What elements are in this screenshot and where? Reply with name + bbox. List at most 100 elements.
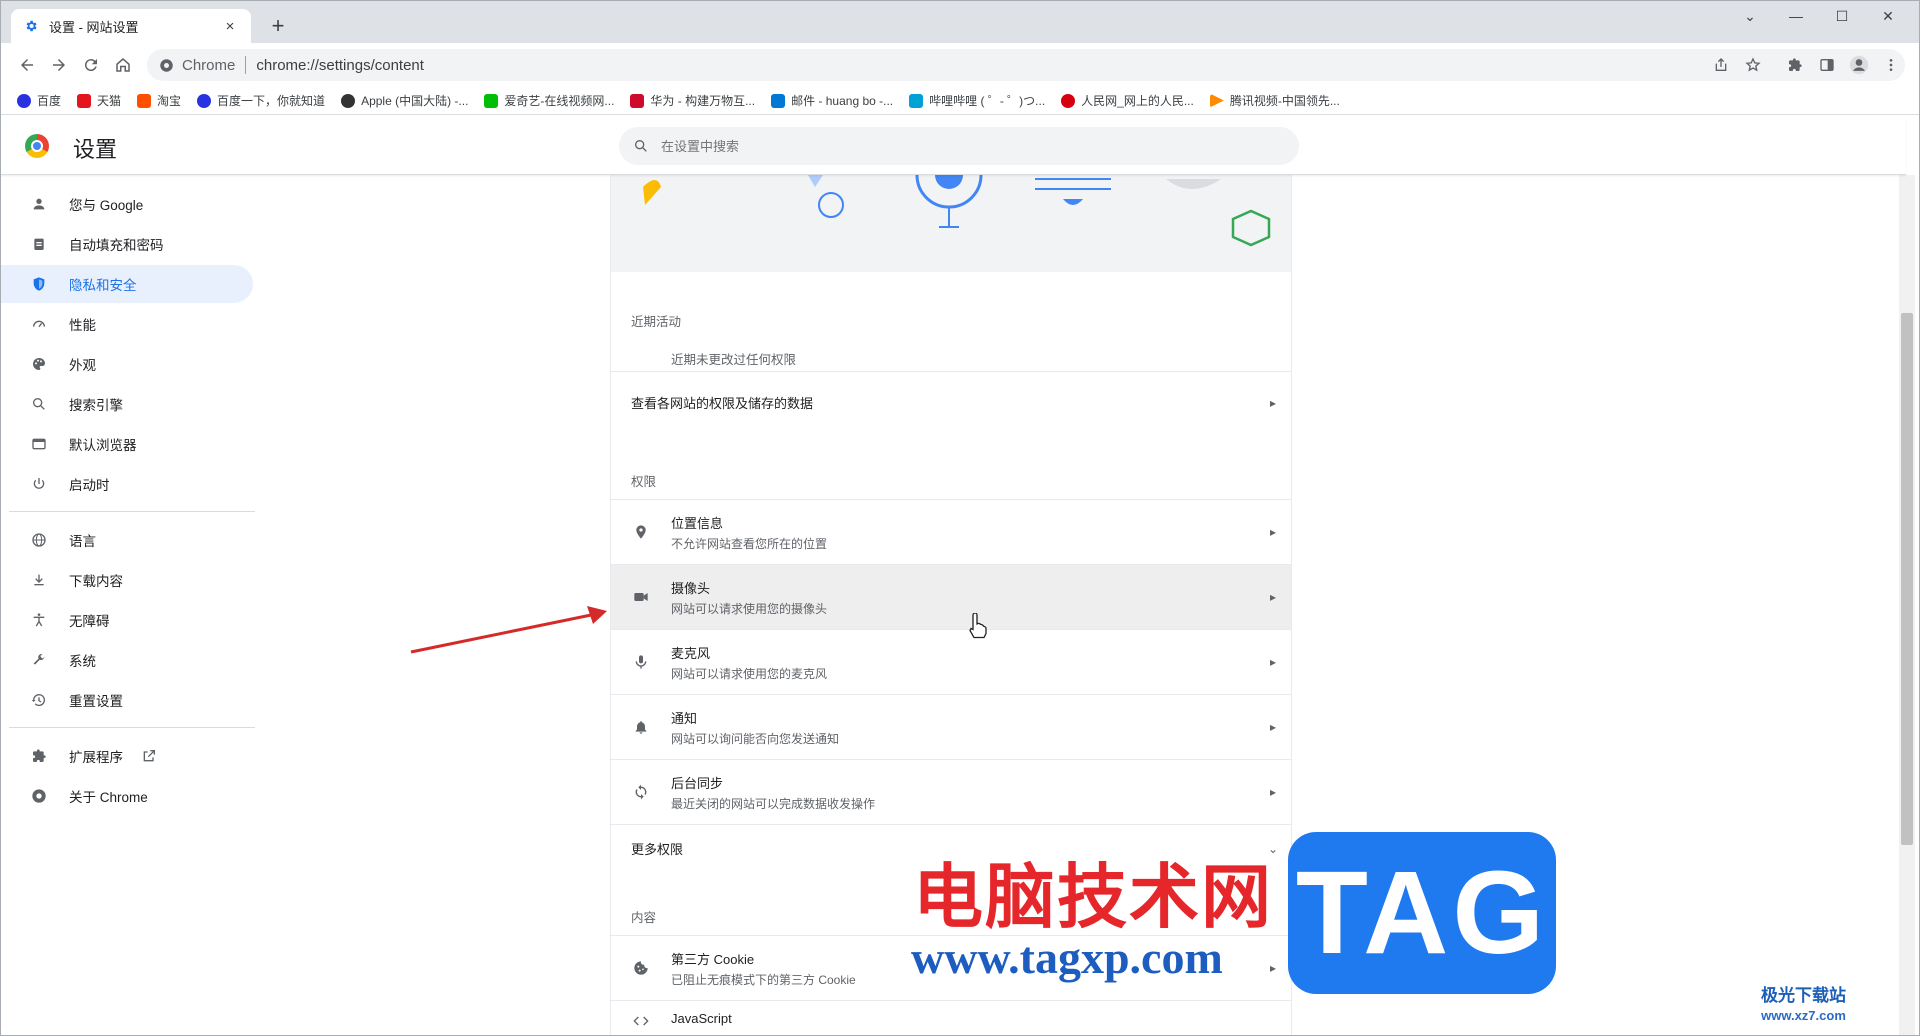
search-input[interactable] bbox=[661, 138, 1221, 154]
sidebar-divider bbox=[9, 727, 255, 728]
kebab-menu-icon bbox=[1889, 59, 1893, 71]
settings-search[interactable] bbox=[619, 127, 1299, 165]
page-scrollbar-thumb[interactable] bbox=[1901, 313, 1913, 845]
site-chip[interactable]: Chrome bbox=[159, 57, 235, 74]
bookmark-item[interactable]: 腾讯视频-中国领先... bbox=[1209, 92, 1340, 109]
bookmark-favicon-icon bbox=[484, 93, 499, 108]
bookmark-favicon-icon bbox=[77, 93, 92, 108]
permission-row-notifications[interactable]: 通知 网站可以询问能否向您发送通知 ▸ bbox=[611, 694, 1291, 759]
new-tab-button[interactable]: + bbox=[265, 13, 291, 39]
maximize-button[interactable]: ☐ bbox=[1819, 1, 1865, 31]
tab-title: 设置 - 网站设置 bbox=[49, 19, 139, 35]
bookmark-item[interactable]: 哔哩哔哩 ( ゜- ゜)つ... bbox=[909, 92, 1045, 109]
permission-row-location[interactable]: 位置信息 不允许网站查看您所在的位置 ▸ bbox=[611, 499, 1291, 564]
bookmark-item[interactable]: 天猫 bbox=[77, 92, 121, 109]
sidebar-item-default-browser[interactable]: 默认浏览器 bbox=[1, 425, 253, 463]
recent-activity-empty: 近期未更改过任何权限 bbox=[671, 353, 797, 367]
address-bar[interactable]: Chrome chrome://settings/content bbox=[147, 49, 1905, 81]
permission-label: 麦克风 bbox=[671, 645, 711, 661]
sidebar-item-accessibility[interactable]: 无障碍 bbox=[1, 601, 253, 639]
sidebar-item-search-engine[interactable]: 搜索引擎 bbox=[1, 385, 253, 423]
xz7-site-url: www.xz7.com bbox=[1761, 1008, 1846, 1023]
tab-search-button[interactable]: ⌄ bbox=[1727, 1, 1773, 31]
permission-row-microphone[interactable]: 麦克风 网站可以请求使用您的麦克风 ▸ bbox=[611, 629, 1291, 694]
bookmark-item[interactable]: 爱奇艺-在线视频网... bbox=[484, 92, 614, 109]
tab-settings[interactable]: 设置 - 网站设置 × bbox=[11, 9, 251, 43]
close-tab-button[interactable]: × bbox=[221, 17, 239, 35]
bookmark-label: 腾讯视频-中国领先... bbox=[1229, 94, 1340, 108]
accessibility-icon bbox=[29, 610, 49, 630]
sidebar-item-you-and-google[interactable]: 您与 Google bbox=[1, 185, 253, 223]
watermark-url: www.tagxp.com bbox=[911, 932, 1223, 983]
bookmark-favicon-icon bbox=[1209, 93, 1224, 108]
sidebar-item-downloads[interactable]: 下载内容 bbox=[1, 561, 253, 599]
permission-row-background-sync[interactable]: 后台同步 最近关闭的网站可以完成数据收发操作 ▸ bbox=[611, 759, 1291, 824]
sidebar-item-label: 无障碍 bbox=[69, 614, 110, 629]
sidebar-item-label: 自动填充和密码 bbox=[69, 238, 164, 253]
url-text[interactable]: chrome://settings/content bbox=[256, 57, 424, 74]
sidebar-item-about-chrome[interactable]: 关于 Chrome bbox=[1, 777, 253, 815]
sidebar-item-autofill[interactable]: 自动填充和密码 bbox=[1, 225, 253, 263]
person-icon bbox=[29, 194, 49, 214]
chrome-logo-icon bbox=[25, 134, 49, 158]
permission-row-camera[interactable]: 摄像头 网站可以请求使用您的摄像头 ▸ bbox=[611, 564, 1291, 629]
sidebar-item-on-startup[interactable]: 启动时 bbox=[1, 465, 253, 503]
puzzle-icon bbox=[29, 746, 49, 766]
sidebar-item-extensions[interactable]: 扩展程序 bbox=[1, 737, 253, 775]
watermark-tag-logo: TAG bbox=[1288, 832, 1556, 994]
bookmark-star-button[interactable] bbox=[1739, 51, 1767, 79]
sidebar-item-system[interactable]: 系统 bbox=[1, 641, 253, 679]
close-window-button[interactable]: ✕ bbox=[1865, 1, 1911, 31]
sidebar-item-label: 系统 bbox=[69, 654, 96, 669]
chevron-right-icon: ▸ bbox=[1269, 525, 1277, 539]
profile-button[interactable] bbox=[1845, 51, 1873, 79]
bookmark-item[interactable]: Apple (中国大陆) -... bbox=[341, 92, 468, 109]
sidebar-item-performance[interactable]: 性能 bbox=[1, 305, 253, 343]
sidebar-item-label: 默认浏览器 bbox=[69, 438, 137, 453]
permissions-title: 权限 bbox=[631, 475, 657, 489]
side-panel-button[interactable] bbox=[1813, 51, 1841, 79]
sidebar-item-languages[interactable]: 语言 bbox=[1, 521, 253, 559]
share-button[interactable] bbox=[1707, 51, 1735, 79]
sidebar-item-label: 启动时 bbox=[69, 478, 110, 493]
bookmark-item[interactable]: 百度一下，你就知道 bbox=[197, 92, 325, 109]
chevron-right-icon: ▸ bbox=[1269, 655, 1277, 669]
content-row-javascript[interactable]: JavaScript bbox=[611, 1000, 1291, 1035]
bookmark-label: 淘宝 bbox=[157, 94, 182, 108]
site-settings-illustration bbox=[611, 175, 1291, 272]
bell-icon bbox=[631, 717, 651, 737]
puzzle-icon bbox=[1789, 58, 1802, 71]
sidebar-item-reset[interactable]: 重置设置 bbox=[1, 681, 253, 719]
minimize-button[interactable]: — bbox=[1773, 1, 1819, 31]
avatar-icon bbox=[1849, 55, 1869, 75]
bookmark-item[interactable]: 人民网_网上的人民... bbox=[1061, 92, 1194, 109]
search-icon bbox=[29, 394, 49, 414]
permission-label: 位置信息 bbox=[671, 515, 724, 531]
home-button[interactable] bbox=[107, 49, 139, 81]
bookmark-label: 华为 - 构建万物互... bbox=[650, 94, 756, 108]
chip-separator bbox=[245, 56, 247, 74]
sidebar-item-label: 外观 bbox=[69, 358, 96, 373]
bookmark-item[interactable]: 邮件 - huang bo -... bbox=[771, 92, 893, 109]
reload-button[interactable] bbox=[75, 49, 107, 81]
bookmark-item[interactable]: 淘宝 bbox=[137, 92, 181, 109]
chrome-icon bbox=[160, 58, 173, 72]
view-all-sites-row[interactable]: 查看各网站的权限及储存的数据 ▸ bbox=[611, 371, 1291, 433]
chevron-right-icon: ▸ bbox=[1269, 961, 1277, 975]
permission-status: 网站可以请求使用您的摄像头 bbox=[671, 601, 828, 616]
sidebar-item-privacy[interactable]: 隐私和安全 bbox=[1, 265, 253, 303]
forward-button[interactable] bbox=[43, 49, 75, 81]
hand-cursor-icon bbox=[969, 613, 987, 639]
sidebar-item-label: 重置设置 bbox=[69, 694, 123, 709]
chevron-right-icon: ▸ bbox=[1269, 720, 1277, 734]
menu-button[interactable] bbox=[1877, 51, 1905, 79]
camera-icon bbox=[631, 587, 651, 607]
bookmark-item[interactable]: 华为 - 构建万物互... bbox=[630, 92, 755, 109]
sidebar-item-appearance[interactable]: 外观 bbox=[1, 345, 253, 383]
back-button[interactable] bbox=[11, 49, 43, 81]
bookmark-item[interactable]: 百度 bbox=[17, 92, 61, 109]
site-chip-label: Chrome bbox=[182, 56, 236, 74]
chevron-right-icon: ▸ bbox=[1269, 785, 1277, 799]
extensions-button[interactable] bbox=[1781, 51, 1809, 79]
chevron-right-icon: ▸ bbox=[1269, 395, 1277, 410]
